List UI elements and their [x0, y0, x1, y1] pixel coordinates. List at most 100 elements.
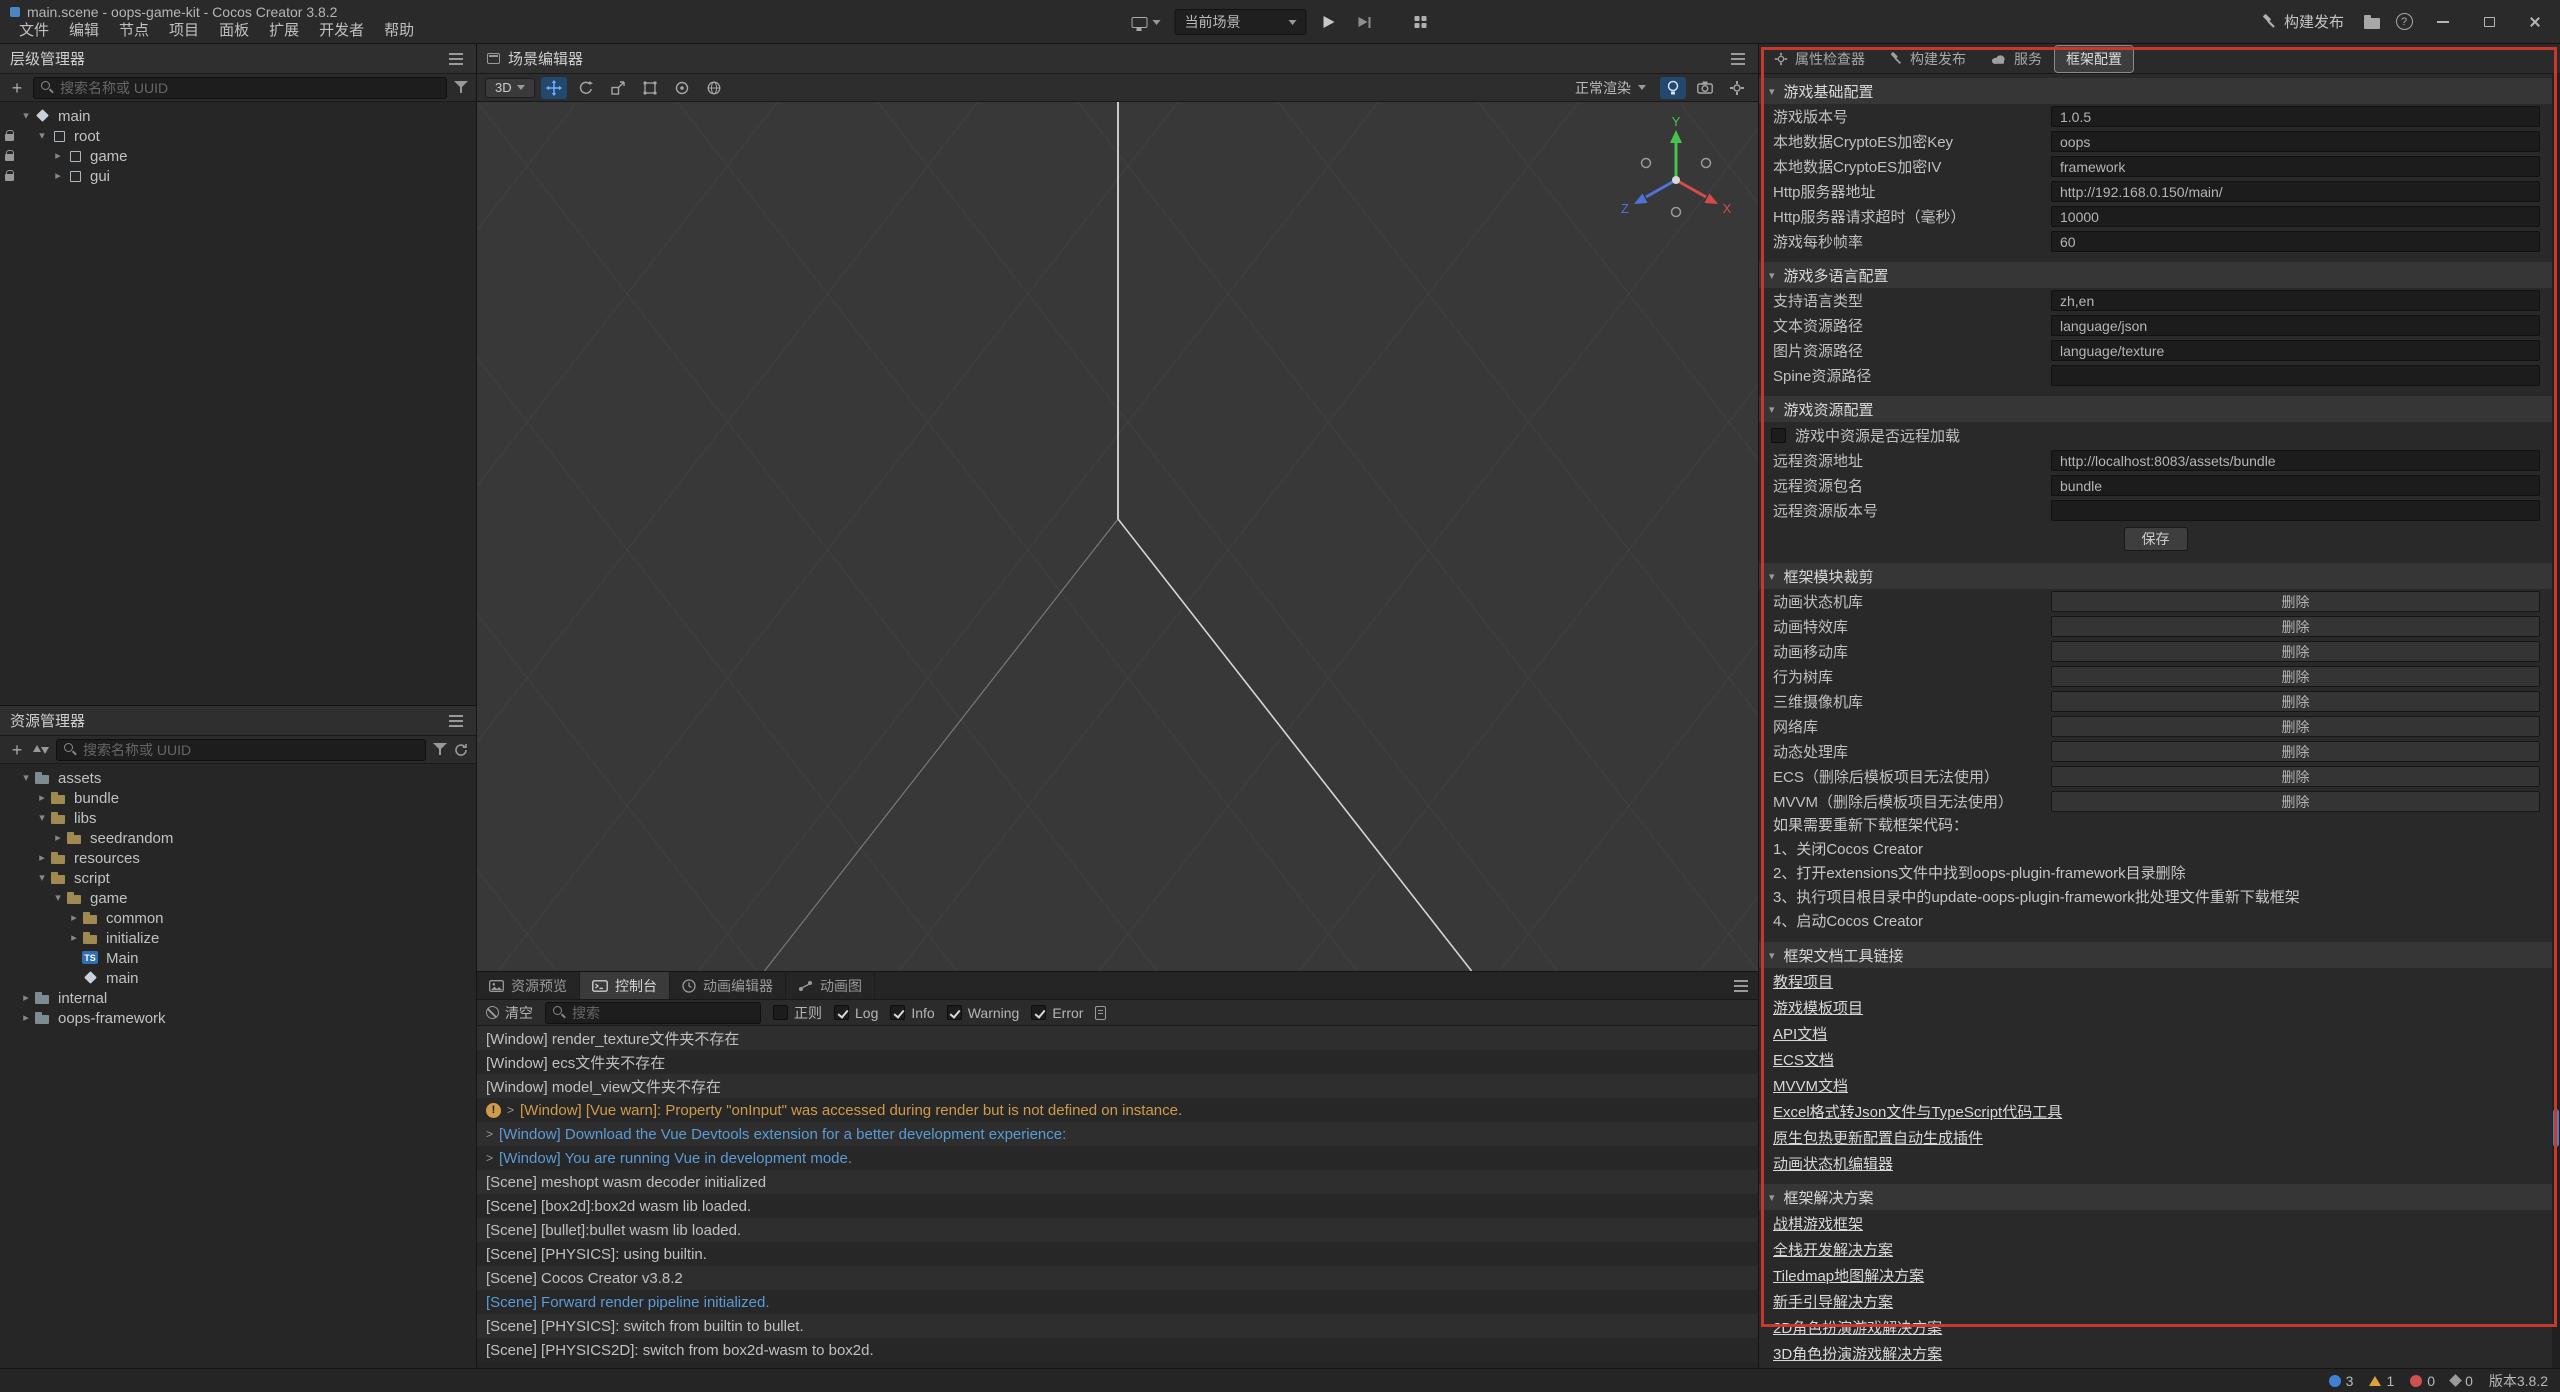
- asset-node-row[interactable]: seedrandom: [0, 828, 476, 848]
- lock-icon[interactable]: [0, 171, 18, 181]
- log-row[interactable]: [Scene] [box2d]:box2d wasm lib loaded.: [477, 1194, 1758, 1218]
- delete-module-button[interactable]: 删除: [2051, 641, 2540, 662]
- delete-module-button[interactable]: 删除: [2051, 666, 2540, 687]
- section-multilanguage-config[interactable]: ▾ 游戏多语言配置: [1759, 262, 2552, 288]
- delete-module-button[interactable]: 删除: [2051, 591, 2540, 612]
- log-row[interactable]: [Window] model_view文件夹不存在: [477, 1074, 1758, 1098]
- open-project-folder-button[interactable]: [2358, 9, 2386, 35]
- asset-node-row[interactable]: libs: [0, 808, 476, 828]
- solution-link[interactable]: 战棋游戏框架: [1773, 1213, 1863, 1234]
- panel-menu-icon[interactable]: [1731, 58, 1745, 60]
- expander-icon[interactable]: [18, 768, 34, 788]
- menu-item[interactable]: 面板: [210, 21, 258, 40]
- log-row[interactable]: [Window] render_texture文件夹不存在: [477, 1026, 1758, 1050]
- property-input[interactable]: [2051, 340, 2540, 361]
- menu-item[interactable]: 帮助: [375, 21, 423, 40]
- log-row[interactable]: [Scene] Forward render pipeline initiali…: [477, 1290, 1758, 1314]
- info-count[interactable]: 3: [2329, 1373, 2354, 1389]
- asset-node-row[interactable]: oops-framework: [0, 1008, 476, 1028]
- section-doc-links[interactable]: ▾ 框架文档工具链接: [1759, 942, 2552, 968]
- asset-node-row[interactable]: bundle: [0, 788, 476, 808]
- scale-tool-button[interactable]: [605, 77, 631, 99]
- solution-link[interactable]: 新手引导解决方案: [1773, 1291, 1893, 1312]
- filter-icon[interactable]: [433, 743, 447, 756]
- log-row[interactable]: [Window] You are running Vue in developm…: [477, 1146, 1758, 1170]
- menu-item[interactable]: 扩展: [260, 21, 308, 40]
- log-row[interactable]: [Window] ecs文件夹不存在: [477, 1050, 1758, 1074]
- asset-node-row[interactable]: initialize: [0, 928, 476, 948]
- property-input[interactable]: [2051, 365, 2540, 386]
- refresh-icon[interactable]: [454, 743, 468, 757]
- doc-link[interactable]: MVVM文档: [1773, 1075, 1848, 1096]
- hierarchy-search[interactable]: [33, 77, 447, 99]
- section-game-basic-config[interactable]: ▾ 游戏基础配置: [1759, 78, 2552, 104]
- delete-module-button[interactable]: 删除: [2051, 616, 2540, 637]
- lock-icon[interactable]: [0, 151, 18, 161]
- minimize-button[interactable]: [2422, 6, 2464, 38]
- preview-device-dropdown[interactable]: [1126, 9, 1167, 35]
- close-button[interactable]: [2514, 6, 2556, 38]
- tab-framework-config[interactable]: 框架配置: [2055, 46, 2133, 72]
- hierarchy-node-row[interactable]: gui: [0, 166, 476, 186]
- layout-button[interactable]: [1407, 9, 1435, 35]
- checkbox-icon[interactable]: [890, 1005, 905, 1020]
- axis-gizmo[interactable]: Y X Z: [1616, 116, 1736, 236]
- scene-viewport[interactable]: Y X Z: [477, 102, 1758, 971]
- doc-link[interactable]: 动画状态机编辑器: [1773, 1153, 1893, 1174]
- checkbox-icon[interactable]: [947, 1005, 962, 1020]
- dimension-toggle[interactable]: 3D: [485, 78, 535, 98]
- property-input[interactable]: [2051, 500, 2540, 521]
- hierarchy-node-row[interactable]: root: [0, 126, 476, 146]
- filter-icon[interactable]: [454, 81, 468, 94]
- log-row[interactable]: [Window] Download the Vue Devtools exten…: [477, 1122, 1758, 1146]
- light-toggle-button[interactable]: [1660, 77, 1686, 99]
- doc-link[interactable]: 游戏模板项目: [1773, 997, 1863, 1018]
- log-row[interactable]: [Scene] Cocos Creator v3.8.2: [477, 1266, 1758, 1290]
- asset-node-row[interactable]: main: [0, 968, 476, 988]
- expand-caret-icon[interactable]: [486, 1127, 493, 1141]
- solution-link[interactable]: Tiledmap地图解决方案: [1773, 1265, 1924, 1286]
- delete-module-button[interactable]: 删除: [2051, 741, 2540, 762]
- expander-icon[interactable]: [50, 146, 66, 166]
- create-asset-button[interactable]: +: [8, 741, 26, 759]
- asset-node-row[interactable]: common: [0, 908, 476, 928]
- scene-camera-button[interactable]: [1692, 77, 1718, 99]
- checkbox-icon[interactable]: [773, 1005, 788, 1020]
- doc-link[interactable]: API文档: [1773, 1023, 1827, 1044]
- tab-property-inspector[interactable]: 属性检查器: [1763, 46, 1876, 72]
- help-button[interactable]: ?: [2390, 9, 2418, 35]
- expander-icon[interactable]: [66, 928, 82, 948]
- asset-node-row[interactable]: Main: [0, 948, 476, 968]
- filter-info[interactable]: Info: [890, 1005, 934, 1021]
- solution-link[interactable]: 2D角色扮演游戏解决方案: [1773, 1317, 1942, 1338]
- scrollbar[interactable]: [2552, 74, 2560, 1368]
- coordinate-tool-button[interactable]: [701, 77, 727, 99]
- asset-node-row[interactable]: game: [0, 888, 476, 908]
- filter-log[interactable]: Log: [834, 1005, 878, 1021]
- assets-search-input[interactable]: [83, 742, 418, 758]
- step-button[interactable]: [1351, 9, 1379, 35]
- expander-icon[interactable]: [50, 166, 66, 186]
- asset-node-row[interactable]: internal: [0, 988, 476, 1008]
- hierarchy-node-row[interactable]: game: [0, 146, 476, 166]
- tab-asset-preview[interactable]: 资源预览: [477, 972, 580, 999]
- filter-regex[interactable]: 正则: [773, 1003, 822, 1023]
- checkbox-icon[interactable]: [1031, 1005, 1046, 1020]
- expander-icon[interactable]: [18, 106, 34, 126]
- assets-search[interactable]: [56, 739, 426, 761]
- pivot-tool-button[interactable]: [669, 77, 695, 99]
- expand-caret-icon[interactable]: [486, 1151, 493, 1165]
- warning-count[interactable]: 1: [2369, 1373, 2394, 1389]
- property-input[interactable]: [2051, 181, 2540, 202]
- tab-build-publish[interactable]: 构建发布: [1878, 46, 1977, 72]
- remote-load-checkbox[interactable]: [1771, 428, 1786, 443]
- tab-console[interactable]: 控制台: [580, 972, 670, 999]
- section-solutions[interactable]: ▾ 框架解决方案: [1759, 1184, 2552, 1210]
- log-row[interactable]: [Scene] [PHYSICS2D]: switch from box2d-w…: [477, 1338, 1758, 1362]
- rotate-tool-button[interactable]: [573, 77, 599, 99]
- property-input[interactable]: [2051, 231, 2540, 252]
- misc-count[interactable]: 0: [2451, 1373, 2473, 1389]
- doc-link[interactable]: Excel格式转Json文件与TypeScript代码工具: [1773, 1101, 2062, 1122]
- property-input[interactable]: [2051, 206, 2540, 227]
- move-tool-button[interactable]: [541, 77, 567, 99]
